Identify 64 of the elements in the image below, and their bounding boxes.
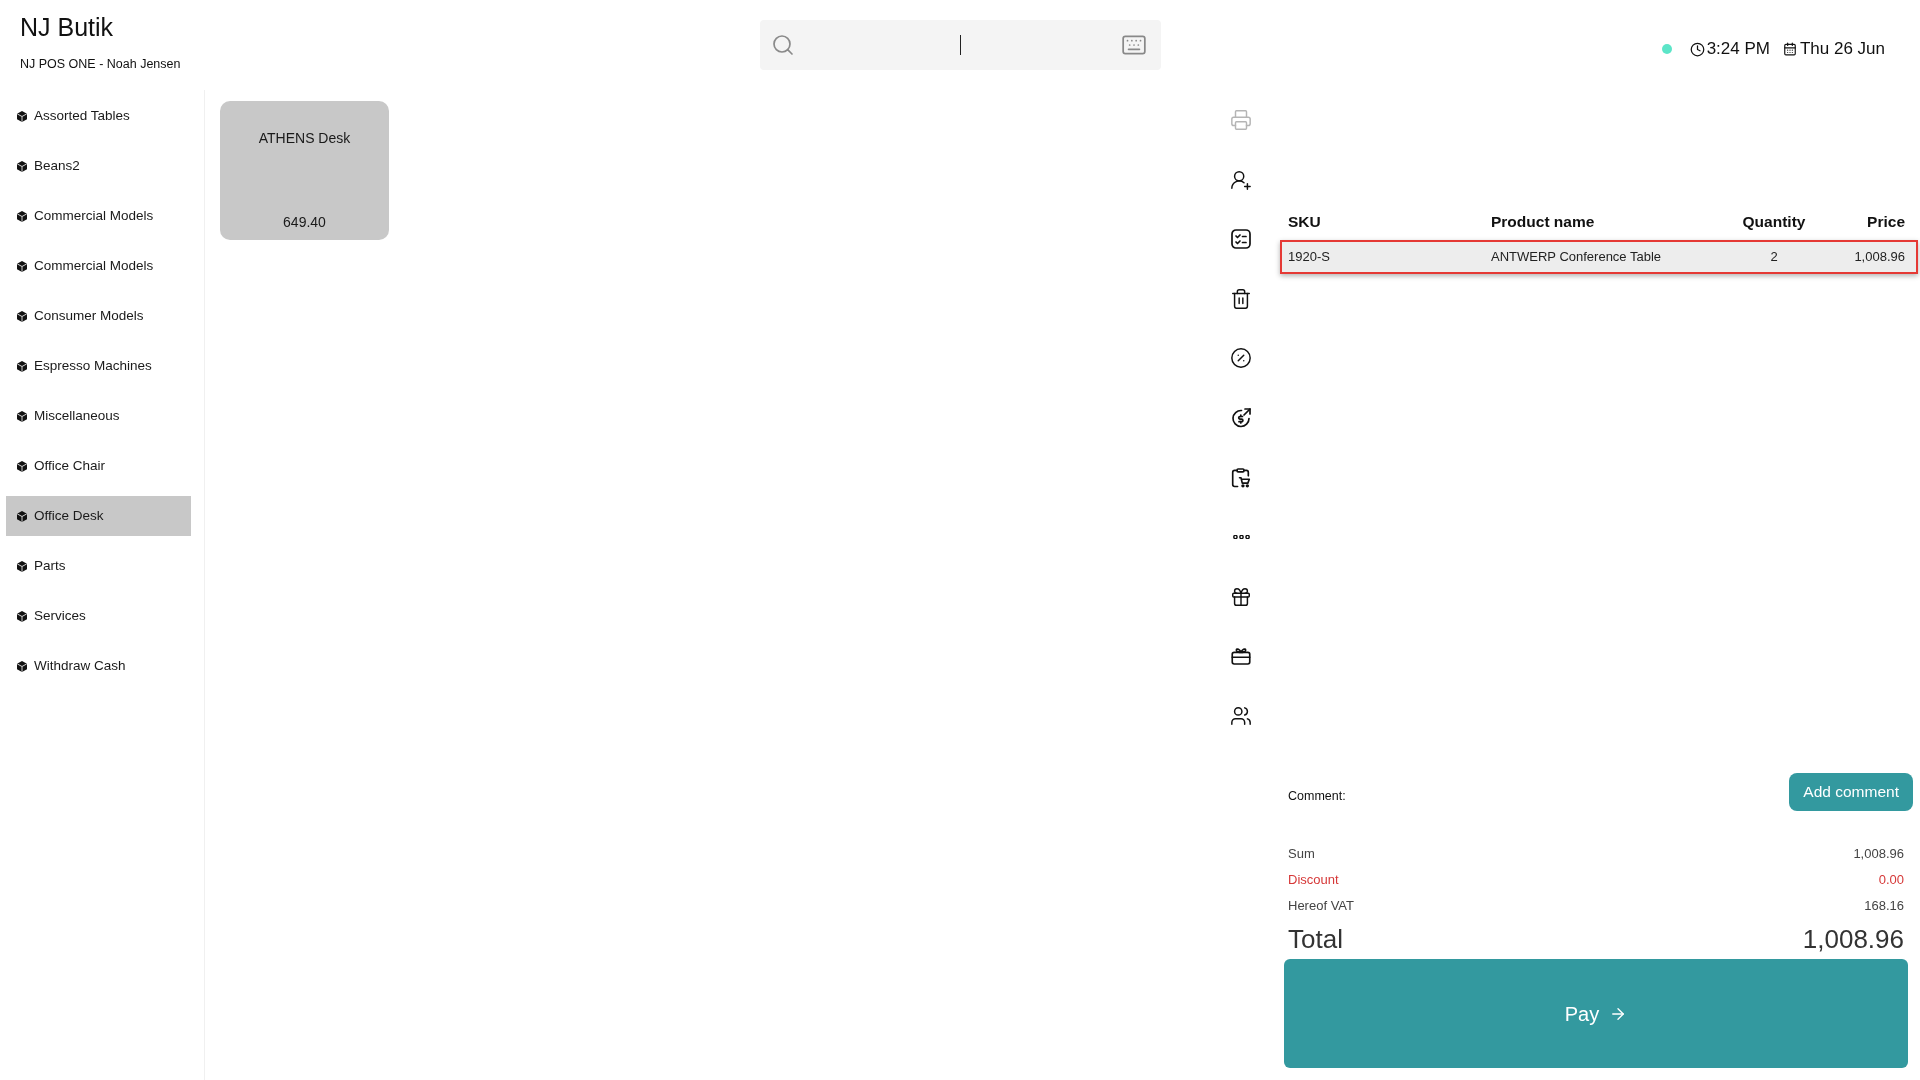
date-text: Thu 26 Jun (1799, 39, 1885, 59)
category-item[interactable]: Parts (6, 546, 191, 586)
cube-icon (17, 310, 27, 322)
category-item[interactable]: Assorted Tables (6, 96, 191, 136)
store-name: NJ Butik (20, 12, 114, 42)
column-header: Price (1866, 212, 1905, 232)
category-item[interactable]: Commercial Models (6, 196, 191, 236)
cube-icon (17, 160, 27, 172)
trash-icon[interactable] (1230, 287, 1252, 310)
clock-icon (1689, 41, 1705, 57)
product-name: ATHENS Desk (258, 130, 351, 147)
category-item[interactable]: Office Desk (6, 496, 191, 536)
summary-label: Sum (1288, 846, 1315, 862)
column-header: Quantity (1741, 212, 1807, 232)
total-label: Total (1288, 924, 1343, 954)
cube-icon (17, 660, 27, 672)
register-name: NJ POS ONE - Noah Jensen (20, 56, 181, 72)
total-value: 1,008.96 (1802, 924, 1904, 954)
summary-value: 168.16 (1864, 898, 1904, 914)
calendar-icon (1782, 42, 1797, 56)
cube-icon (17, 410, 27, 422)
percent-icon[interactable] (1230, 347, 1252, 370)
table-cell-text: 2 (1769, 249, 1779, 265)
category-item[interactable]: Withdraw Cash (6, 646, 191, 686)
cube-icon (17, 560, 27, 572)
search-field[interactable] (759, 20, 1161, 70)
summary-label: Discount (1288, 872, 1339, 888)
gift-card-icon[interactable] (1231, 647, 1251, 666)
cube-icon (17, 210, 27, 222)
comment-label: Comment: (1288, 788, 1346, 804)
gift-icon[interactable] (1230, 585, 1252, 608)
category-item[interactable]: Services (6, 596, 191, 636)
category-item[interactable]: Miscellaneous (6, 396, 191, 436)
product-tile[interactable]: ATHENS Desk 649.40 (220, 101, 389, 240)
cart-row[interactable]: 1920-S ANTWERP Conference Table 2 1,008.96 (1280, 240, 1918, 274)
cube-icon (17, 260, 27, 272)
cube-icon (17, 510, 27, 522)
cube-icon (17, 360, 27, 372)
category-item[interactable]: Beans2 (6, 146, 191, 186)
table-cell-text: ANTWERP Conference Table (1491, 249, 1663, 265)
summary-label: Hereof VAT (1288, 898, 1354, 914)
summary-value: 1,008.96 (1853, 846, 1904, 862)
dollar-arrow-icon[interactable] (1231, 407, 1251, 428)
users-icon[interactable] (1230, 704, 1252, 727)
checklist-icon[interactable] (1231, 229, 1251, 250)
column-header: SKU (1288, 212, 1322, 232)
product-price: 649.40 (283, 214, 326, 231)
cube-icon (17, 110, 27, 122)
category-item[interactable]: Office Chair (6, 446, 191, 486)
summary-value: 0.00 (1878, 872, 1904, 888)
table-cell-text: 1920-S (1288, 249, 1331, 265)
search-icon (770, 33, 795, 57)
keyboard-icon[interactable] (1120, 32, 1147, 58)
cube-icon (17, 610, 27, 622)
cube-icon (17, 460, 27, 472)
table-cell-text: 1,008.96 (1853, 249, 1905, 265)
category-item[interactable]: Espresso Machines (6, 346, 191, 386)
category-item[interactable]: Consumer Models (6, 296, 191, 336)
user-plus-icon[interactable] (1230, 168, 1252, 191)
clipboard-cart-icon[interactable] (1231, 467, 1251, 488)
category-item[interactable]: Commercial Models (6, 246, 191, 286)
column-header: Product name (1491, 212, 1596, 232)
more-icon[interactable] (1232, 535, 1250, 540)
time-text: 3:24 PM (1706, 39, 1770, 59)
